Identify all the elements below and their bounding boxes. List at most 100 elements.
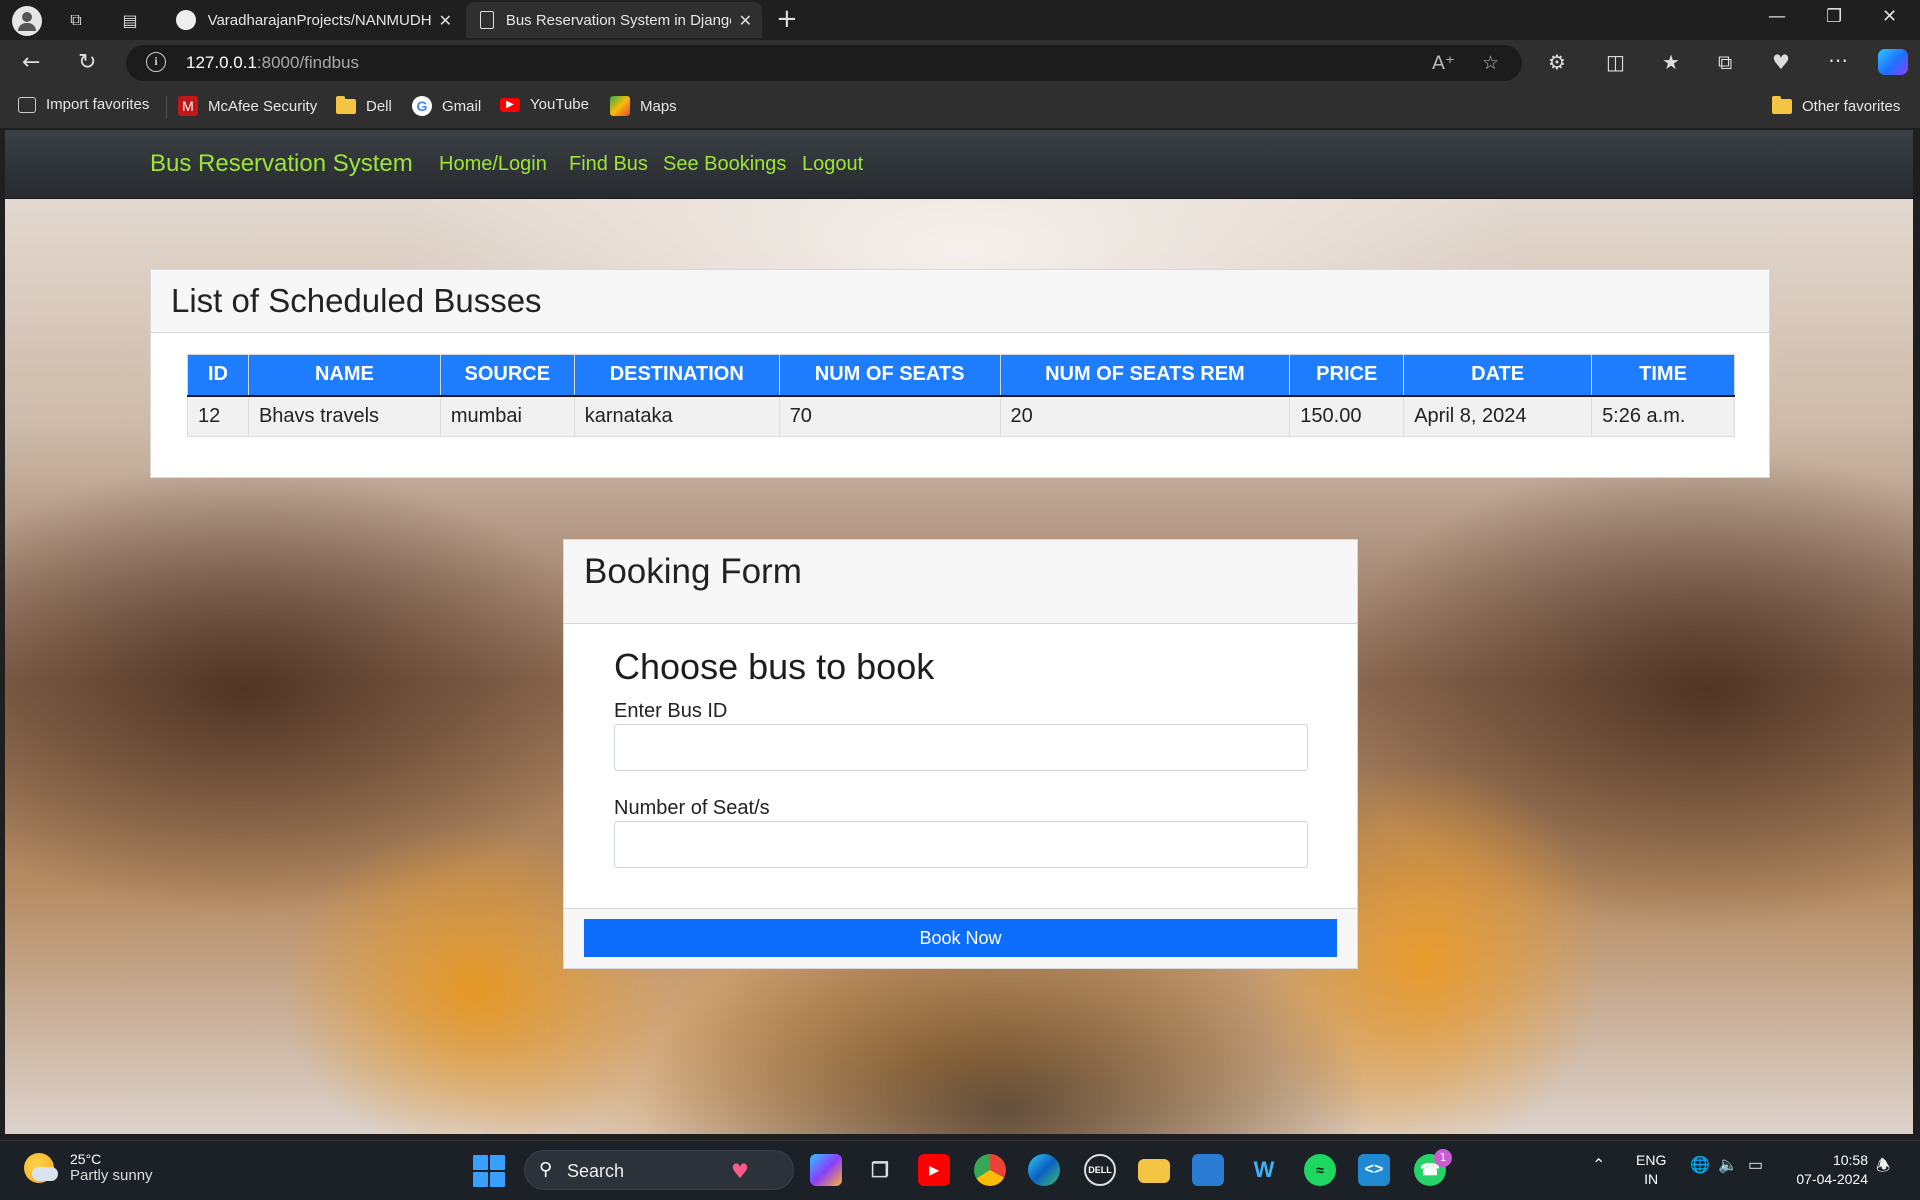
workspaces-icon[interactable]: ⧉ (62, 6, 90, 34)
import-icon (18, 96, 36, 113)
volume-icon[interactable]: 🔈 (1718, 1155, 1738, 1175)
table-cell: 12 (187, 395, 249, 437)
browser-tab-bar: ⧉ ▤ VaradharajanProjects/NANMUDHALVAN ✕ … (0, 0, 1920, 40)
table-header-row: ID NAME SOURCE DESTINATION NUM OF SEATS … (187, 354, 1735, 397)
favorite-mcafee[interactable]: M McAfee Security (178, 96, 317, 116)
dell-icon[interactable]: DELL (1084, 1154, 1116, 1186)
table-cell: 150.00 (1289, 395, 1405, 437)
favorites-separator (166, 96, 167, 118)
table-cell: Bhavs travels (247, 395, 441, 437)
url-text[interactable]: 127.0.0.1:8000/findbus (186, 53, 359, 73)
favorites-bar: Import favorites M McAfee Security Dell … (0, 86, 1920, 128)
favorite-star-icon[interactable]: ☆ (1482, 52, 1499, 74)
favorite-youtube[interactable]: ▶ YouTube (500, 96, 589, 113)
tab-github[interactable]: VaradharajanProjects/NANMUDHALVAN ✕ (166, 2, 462, 38)
scheduled-buses-card: List of Scheduled Busses ID NAME SOURCE … (150, 269, 1770, 478)
page-viewport: Bus Reservation System Home/Login Find B… (5, 130, 1913, 1134)
chrome-icon[interactable] (974, 1154, 1006, 1186)
site-brand[interactable]: Bus Reservation System (150, 150, 413, 178)
tab-bus-reservation[interactable]: Bus Reservation System in Django ✕ (466, 2, 762, 38)
mcafee-icon: M (178, 96, 198, 116)
profile-avatar-icon[interactable] (12, 6, 42, 36)
nav-home-login[interactable]: Home/Login (439, 153, 547, 176)
vscode-icon[interactable]: <> (1358, 1154, 1390, 1186)
battery-icon[interactable]: ▭ (1748, 1155, 1763, 1175)
weather-condition: Partly sunny (70, 1167, 153, 1184)
network-icon[interactable]: 🌐 (1690, 1155, 1710, 1175)
folder-icon (1772, 95, 1792, 116)
table-cell: mumbai (439, 395, 575, 437)
column-header: TIME (1591, 354, 1735, 397)
card-footer: Book Now (564, 908, 1357, 968)
address-bar-row: ← ↻ i 127.0.0.1:8000/findbus A⁺ ☆ ⚙ ◫ ★ … (0, 40, 1920, 86)
address-bar[interactable]: i 127.0.0.1:8000/findbus A⁺ ☆ (126, 45, 1522, 81)
browser-essentials-icon[interactable]: ♥ (1772, 50, 1790, 74)
favorite-gmail[interactable]: G Gmail (412, 96, 481, 116)
favorites-icon[interactable]: ★ (1662, 50, 1680, 74)
webex-icon[interactable]: W (1248, 1154, 1280, 1186)
copilot-icon[interactable] (1878, 49, 1908, 75)
form-title: Choose bus to book (614, 646, 935, 687)
table-cell: 20 (999, 395, 1291, 437)
copilot-app-icon[interactable] (810, 1154, 842, 1186)
show-hidden-icons[interactable]: ⌃ (1592, 1155, 1605, 1175)
nav-logout[interactable]: Logout (802, 153, 863, 176)
seats-label: Number of Seat/s (614, 797, 770, 819)
card-title: Booking Form (584, 552, 802, 591)
new-tab-icon[interactable]: + (776, 6, 798, 32)
favorite-maps[interactable]: Maps (610, 96, 677, 116)
column-header: DATE (1403, 354, 1593, 397)
maps-icon (610, 96, 630, 116)
notification-badge: 1 (1434, 1149, 1452, 1167)
seats-input[interactable] (614, 821, 1308, 868)
table-cell: 70 (778, 395, 1001, 437)
windows-taskbar: 25°C Partly sunny ⚲ Search ♥ ❐ ▶ DELL W … (0, 1140, 1920, 1200)
taskbar-search[interactable]: ⚲ Search ♥ (524, 1150, 794, 1190)
read-aloud-icon[interactable]: A⁺ (1432, 52, 1455, 74)
restore-icon[interactable]: ❐ (1826, 6, 1842, 27)
search-highlight-icon: ♥ (731, 1159, 749, 1183)
favorite-dell[interactable]: Dell (336, 95, 392, 116)
vertical-tabs-icon[interactable]: ▤ (116, 6, 144, 34)
back-icon[interactable]: ← (22, 50, 40, 75)
bus-id-input[interactable] (614, 724, 1308, 771)
bus-id-label: Enter Bus ID (614, 700, 728, 722)
more-options-icon[interactable]: ⋯ (1828, 48, 1848, 72)
system-clock[interactable]: 10:58 07-04-2024 (1788, 1151, 1868, 1189)
input-language[interactable]: ENG IN (1636, 1151, 1666, 1189)
nav-find-bus[interactable]: Find Bus (569, 153, 648, 176)
close-window-icon[interactable]: ✕ (1882, 6, 1897, 27)
github-icon (176, 10, 196, 30)
weather-widget[interactable]: 25°C Partly sunny (24, 1151, 153, 1184)
nav-see-bookings[interactable]: See Bookings (663, 153, 786, 176)
tab-title: VaradharajanProjects/NANMUDHALVAN (207, 11, 431, 29)
file-explorer-icon[interactable] (1138, 1159, 1170, 1183)
windows-start-icon[interactable] (473, 1155, 505, 1187)
minimize-icon[interactable]: — (1768, 6, 1786, 27)
card-header: Booking Form (564, 540, 1357, 624)
site-navbar: Bus Reservation System Home/Login Find B… (5, 130, 1913, 199)
extensions-icon[interactable]: ⚙ (1548, 50, 1566, 74)
notifications-bell-icon[interactable]: 🕭 (1876, 1155, 1890, 1182)
spotify-icon[interactable]: ≈ (1304, 1154, 1336, 1186)
close-tab-icon[interactable]: ✕ (439, 11, 452, 30)
google-icon: G (412, 96, 432, 116)
youtube-app-icon[interactable]: ▶ (918, 1154, 950, 1186)
table-row: 12 Bhavs travels mumbai karnataka 70 20 … (187, 395, 1735, 437)
collections-icon[interactable]: ⧉ (1718, 50, 1732, 74)
site-info-icon[interactable]: i (146, 52, 166, 72)
close-tab-icon[interactable]: ✕ (739, 11, 752, 30)
refresh-icon[interactable]: ↻ (78, 50, 96, 75)
book-now-button[interactable]: Book Now (584, 919, 1337, 957)
column-header: ID (187, 354, 249, 397)
task-view-icon[interactable]: ❐ (864, 1154, 896, 1186)
split-screen-icon[interactable]: ◫ (1606, 50, 1625, 74)
youtube-icon: ▶ (500, 97, 520, 112)
buses-table: ID NAME SOURCE DESTINATION NUM OF SEATS … (187, 354, 1735, 437)
column-header: DESTINATION (573, 354, 780, 397)
other-favorites[interactable]: Other favorites (1772, 95, 1900, 116)
temperature: 25°C (70, 1151, 102, 1167)
favorite-import[interactable]: Import favorites (18, 96, 149, 113)
edge-icon[interactable] (1028, 1154, 1060, 1186)
microsoft-store-icon[interactable] (1192, 1154, 1224, 1186)
